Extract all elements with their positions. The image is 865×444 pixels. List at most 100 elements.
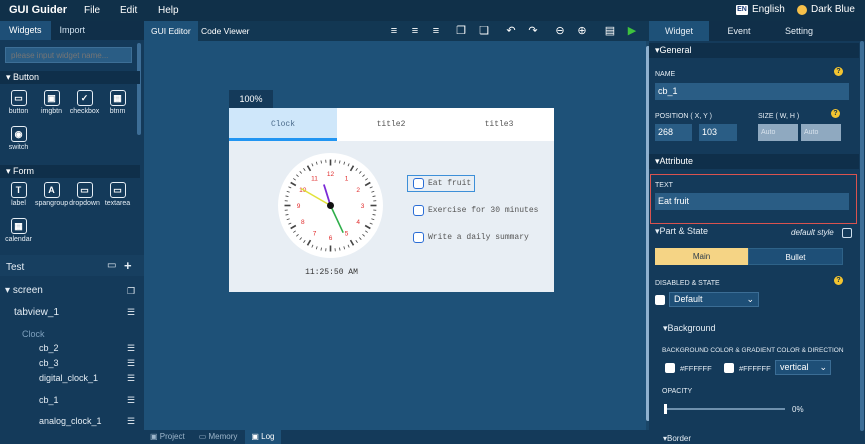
menu-edit[interactable]: Edit	[120, 5, 137, 16]
section-form[interactable]: ▾ Form	[0, 165, 140, 178]
help-icon[interactable]: ?	[834, 276, 843, 285]
visibility-icon[interactable]: ☰	[127, 395, 135, 406]
section-general[interactable]: ▾General	[649, 43, 859, 58]
checkbox-cb1[interactable]: Eat fruit	[413, 178, 471, 189]
tree-item-tabview[interactable]: tabview_1	[14, 307, 59, 318]
widget-label: imgbtn	[40, 108, 62, 115]
menu-help[interactable]: Help	[158, 5, 179, 16]
help-icon[interactable]: ?	[834, 67, 843, 76]
grad-color-value[interactable]: #FFFFFF	[739, 364, 771, 373]
tree-item-cb3[interactable]: cb_3	[39, 358, 59, 368]
tab-project[interactable]: ▣ Project	[144, 430, 191, 444]
widget-textarea[interactable]: ▭ textarea	[101, 182, 134, 207]
grad-color-swatch[interactable]	[724, 363, 734, 373]
tree-item-cb1[interactable]: cb_1	[39, 395, 59, 405]
visibility-icon[interactable]: ☰	[127, 307, 135, 318]
align-right-icon[interactable]: ≡	[429, 24, 443, 38]
checkbox-cb3[interactable]: Write a daily summary	[413, 232, 529, 243]
widget-search-input[interactable]	[5, 47, 132, 63]
tab-setting[interactable]: Setting	[769, 21, 829, 41]
tab-gui-editor[interactable]: GUI Editor	[144, 21, 198, 41]
size-w-field[interactable]: Auto	[758, 124, 798, 141]
visibility-icon[interactable]: ☰	[127, 343, 135, 354]
zoom-out-icon[interactable]: ⊖	[553, 24, 567, 38]
help-icon[interactable]: ?	[831, 109, 840, 118]
generate-code-icon[interactable]: ▤	[603, 24, 617, 38]
state-select[interactable]: Default ⌄	[669, 292, 759, 307]
section-attribute[interactable]: ▾Attribute	[649, 154, 859, 169]
menu-file[interactable]: File	[84, 5, 100, 16]
tabview-tab-clock[interactable]: Clock	[229, 108, 337, 141]
tab-event[interactable]: Event	[709, 21, 769, 41]
clock-tick	[296, 174, 299, 178]
checkbox-cb2[interactable]: Exercise for 30 minutes	[413, 205, 538, 216]
tab-import[interactable]: Import	[51, 21, 95, 40]
default-style-checkbox[interactable]	[842, 228, 852, 238]
widget-switch[interactable]: ◉ switch	[2, 126, 35, 151]
background-header[interactable]: ▾Background	[663, 323, 716, 334]
widget-spangroup[interactable]: Aspangroup	[35, 182, 68, 207]
part-state-header[interactable]: ▾Part & State	[655, 226, 708, 237]
align-center-icon[interactable]: ≡	[408, 24, 422, 38]
direction-select[interactable]: vertical ⌄	[775, 360, 831, 375]
widget-btnm[interactable]: ▦ btnm	[101, 90, 134, 115]
part-main-button[interactable]: Main	[655, 248, 748, 265]
switch-icon: ◉	[10, 126, 27, 142]
checkbox-box[interactable]	[413, 205, 424, 216]
theme-selector[interactable]: Dark Blue	[797, 4, 855, 15]
tabview-tab-title2[interactable]: title2	[337, 108, 445, 141]
analog-clock[interactable]: 12 1 2 3 4 5 6 7 8 9 10 11	[278, 153, 383, 258]
bring-front-icon[interactable]: ❐	[454, 24, 468, 38]
tab-widgets[interactable]: Widgets	[0, 21, 51, 40]
properties-scrollbar[interactable]	[860, 41, 864, 431]
tree-item-cb2[interactable]: cb_2	[39, 343, 59, 353]
visibility-icon[interactable]: ☰	[127, 358, 135, 369]
add-screen-icon[interactable]: +	[124, 258, 132, 273]
tab-log[interactable]: ▣ Log	[245, 430, 281, 444]
position-x-field[interactable]: 268	[655, 124, 692, 141]
align-left-icon[interactable]: ≡	[387, 24, 401, 38]
widget-calendar[interactable]: ▦ calendar	[2, 218, 35, 243]
checkbox-box[interactable]	[413, 232, 424, 243]
checkbox-box[interactable]	[413, 178, 424, 189]
size-h-field[interactable]: Auto	[801, 124, 841, 141]
send-back-icon[interactable]: ❏	[477, 24, 491, 38]
tab-widget[interactable]: Widget	[649, 21, 709, 41]
name-field[interactable]: cb_1	[655, 83, 849, 100]
opacity-slider-handle[interactable]	[664, 404, 667, 414]
digital-clock[interactable]: 11:25:50 AM	[304, 268, 359, 277]
visibility-icon[interactable]: ☰	[127, 416, 135, 427]
redo-icon[interactable]: ↷	[526, 24, 540, 38]
widget-checkbox[interactable]: ✓ checkbox	[68, 90, 101, 115]
tabview-tab-title3[interactable]: title3	[445, 108, 553, 141]
widget-imgbtn[interactable]: ▣ imgbtn	[35, 90, 68, 115]
position-y-field[interactable]: 103	[699, 124, 737, 141]
device-screen[interactable]: Clock title2 title3 12 1 2 3 4 5 6 7 8 9 10 11 11:2…	[229, 108, 554, 292]
language-selector[interactable]: EN English	[736, 4, 785, 15]
widget-label-item[interactable]: Tlabel	[2, 182, 35, 207]
border-header[interactable]: ▾Border	[663, 434, 691, 443]
widget-list-scrollbar[interactable]	[137, 43, 141, 135]
tree-item-analog-clock[interactable]: analog_clock_1	[39, 416, 102, 426]
bg-color-swatch[interactable]	[665, 363, 675, 373]
zoom-in-icon[interactable]: ⊕	[575, 24, 589, 38]
tab-memory[interactable]: ▭ Memory	[193, 430, 244, 444]
disabled-checkbox[interactable]	[655, 295, 665, 305]
part-bullet-button[interactable]: Bullet	[748, 248, 843, 265]
tree-item-digital-clock[interactable]: digital_clock_1	[39, 373, 98, 383]
visibility-icon[interactable]: ☰	[127, 373, 135, 384]
clock-number: 2	[356, 187, 360, 194]
tree-item-screen[interactable]: ▾ screen	[5, 285, 43, 296]
tab-code-viewer[interactable]: Code Viewer	[194, 21, 257, 41]
undo-icon[interactable]: ↶	[504, 24, 518, 38]
opacity-slider[interactable]	[665, 408, 785, 410]
run-icon[interactable]: ▶	[625, 24, 639, 38]
section-button[interactable]: ▾ Button	[0, 71, 140, 84]
copy-icon[interactable]: ❐	[127, 286, 135, 297]
widget-dropdown[interactable]: ▭ dropdown	[68, 182, 101, 207]
folder-icon[interactable]: ▭	[107, 260, 116, 271]
tree-item-clock-tab[interactable]: Clock	[22, 329, 45, 339]
widget-button[interactable]: ▭ button	[2, 90, 35, 115]
text-field[interactable]: Eat fruit	[655, 193, 849, 210]
bg-color-value[interactable]: #FFFFFF	[680, 364, 712, 373]
